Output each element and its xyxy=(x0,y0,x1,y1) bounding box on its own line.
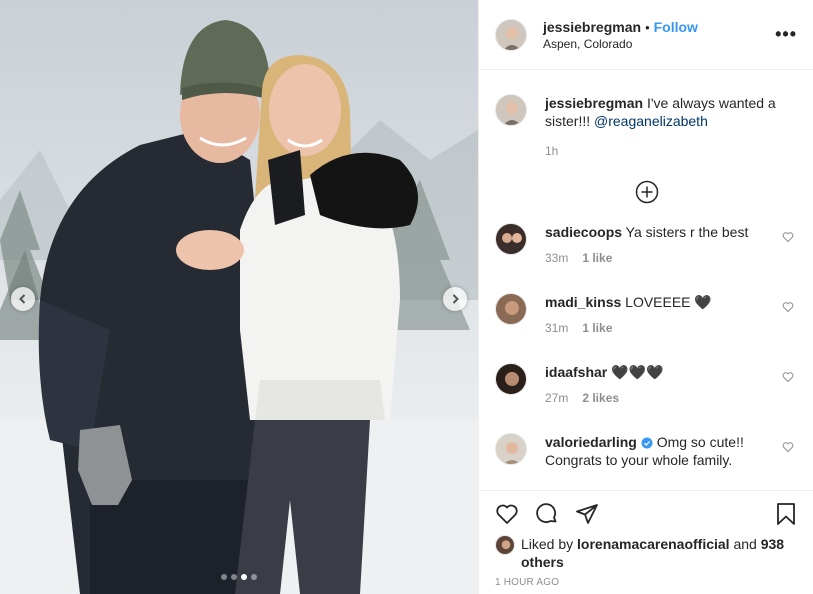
comment-text: madi_kinss LOVEEEE 🖤 xyxy=(545,293,775,311)
liked-by-prefix: Liked by xyxy=(521,536,574,552)
heart-icon[interactable] xyxy=(495,502,519,526)
heart-icon[interactable] xyxy=(782,371,794,383)
caption-time: 1h xyxy=(545,144,559,158)
comment-time: 27m xyxy=(545,391,569,405)
comment-text: sadiecoops Ya sisters r the best xyxy=(545,223,775,241)
avatar[interactable] xyxy=(495,363,527,395)
comment-body: LOVEEEE 🖤 xyxy=(625,294,712,310)
avatar[interactable] xyxy=(495,223,527,255)
comment-icon[interactable] xyxy=(535,502,559,526)
carousel-dot xyxy=(251,574,257,580)
verified-badge-icon xyxy=(641,437,653,449)
caption-text: jessiebregman I've always wanted a siste… xyxy=(545,94,785,130)
comment-body: Ya sisters r the best xyxy=(625,224,749,240)
comment-likes[interactable]: 2 likes xyxy=(582,391,619,405)
avatar[interactable] xyxy=(495,94,527,126)
comment-time: 31m xyxy=(545,321,569,335)
share-icon[interactable] xyxy=(575,502,599,526)
heart-icon[interactable] xyxy=(782,441,794,453)
bookmark-icon[interactable] xyxy=(774,502,798,526)
comment-text: idaafshar 🖤🖤🖤 xyxy=(545,363,775,381)
avatar-image xyxy=(496,95,526,125)
heart-icon[interactable] xyxy=(782,301,794,313)
avatar-image xyxy=(496,294,526,324)
plus-circle-icon xyxy=(635,180,658,204)
comment-text: valoriedarling Omg so cute!! Congrats to… xyxy=(545,433,775,469)
carousel-dot xyxy=(221,574,227,580)
avatar[interactable] xyxy=(495,535,515,555)
avatar[interactable] xyxy=(495,293,527,325)
previous-slide-button[interactable] xyxy=(11,287,35,311)
avatar-image xyxy=(496,536,514,554)
comment-meta: 27m 2 likes xyxy=(545,391,775,405)
avatar-image xyxy=(496,19,526,50)
username-link[interactable]: jessiebregman xyxy=(543,19,641,35)
caption-username[interactable]: jessiebregman xyxy=(545,95,643,111)
comment-time: 33m xyxy=(545,251,569,265)
chevron-right-icon xyxy=(452,294,459,304)
caption: jessiebregman I've always wanted a siste… xyxy=(495,71,798,158)
comment-username[interactable]: sadiecoops xyxy=(545,224,622,240)
post-header: jessiebregman • Follow Aspen, Colorado ••• xyxy=(479,0,813,70)
heart-icon[interactable] xyxy=(782,231,794,243)
next-slide-button[interactable] xyxy=(443,287,467,311)
liked-by-user[interactable]: lorenamacarenaofficial xyxy=(577,536,730,552)
location-link[interactable]: Aspen, Colorado xyxy=(543,37,775,51)
chevron-left-icon xyxy=(19,294,26,304)
comment-username[interactable]: valoriedarling xyxy=(545,434,637,450)
comment-item: sadiecoops Ya sisters r the best 33m 1 l… xyxy=(495,223,798,293)
comment-username[interactable]: madi_kinss xyxy=(545,294,621,310)
carousel-dots xyxy=(0,574,478,580)
liked-by: Liked by lorenamacarenaofficial and 938 … xyxy=(495,535,798,571)
comment-item: valoriedarling Omg so cute!! Congrats to… xyxy=(495,433,798,489)
carousel-dot-active xyxy=(241,574,247,580)
post-actions: Liked by lorenamacarenaofficial and 938 … xyxy=(479,490,813,588)
caption-mention[interactable]: @reaganelizabeth xyxy=(594,113,708,129)
more-options-icon[interactable]: ••• xyxy=(775,24,797,45)
liked-by-and: and xyxy=(733,536,757,552)
comments-list[interactable]: jessiebregman I've always wanted a siste… xyxy=(479,71,813,489)
avatar-image xyxy=(496,224,526,254)
action-icons xyxy=(495,501,798,527)
comment-likes[interactable]: 1 like xyxy=(582,251,612,265)
separator: • xyxy=(645,19,650,35)
post-header-meta: jessiebregman • Follow Aspen, Colorado xyxy=(543,19,775,51)
comment-body: 🖤🖤🖤 xyxy=(611,364,664,380)
avatar-image xyxy=(496,364,526,394)
follow-button[interactable]: Follow xyxy=(654,19,698,35)
comment-likes[interactable]: 1 like xyxy=(582,321,612,335)
comment-meta: 33m 1 like xyxy=(545,251,775,265)
avatar[interactable] xyxy=(495,18,527,51)
comment-item: idaafshar 🖤🖤🖤 27m 2 likes xyxy=(495,363,798,433)
post-photo[interactable] xyxy=(0,0,478,594)
load-more-comments-button[interactable] xyxy=(495,180,798,204)
post-timestamp: 1 HOUR AGO xyxy=(495,577,560,588)
avatar-image xyxy=(496,434,526,464)
photo-illustration xyxy=(0,20,478,594)
carousel-dot xyxy=(231,574,237,580)
avatar[interactable] xyxy=(495,433,527,465)
comment-item: madi_kinss LOVEEEE 🖤 31m 1 like xyxy=(495,293,798,363)
post-side-panel: jessiebregman • Follow Aspen, Colorado •••… xyxy=(478,0,813,594)
comment-meta: 31m 1 like xyxy=(545,321,775,335)
comment-username[interactable]: idaafshar xyxy=(545,364,607,380)
